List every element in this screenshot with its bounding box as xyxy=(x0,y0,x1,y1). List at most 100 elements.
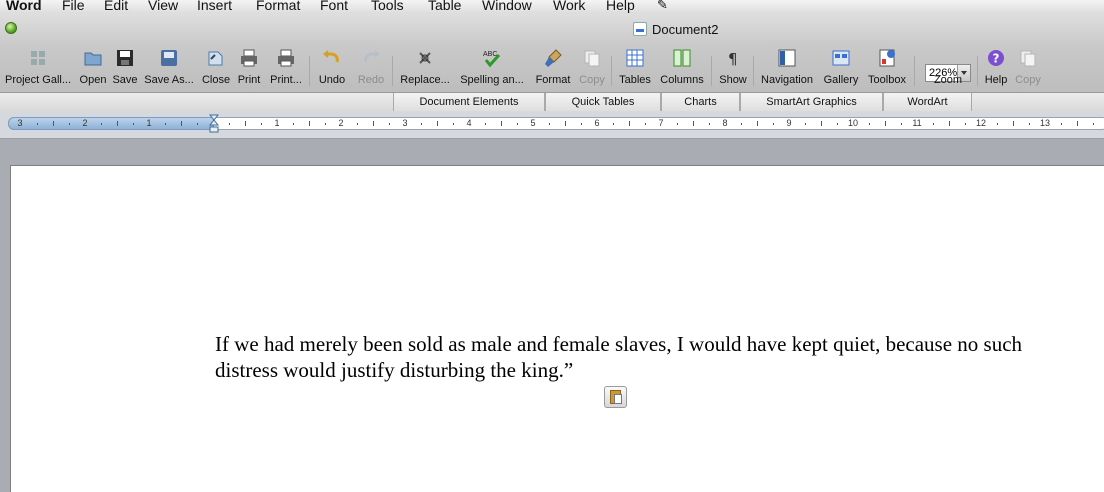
document-line-2: distress would justify disturbing the ki… xyxy=(215,358,574,382)
copy-secondary-button[interactable]: Copy xyxy=(1012,44,1044,90)
replace-button[interactable]: Replace... xyxy=(396,44,454,90)
ruler-label: 3 xyxy=(402,118,408,128)
menu-work[interactable]: Work xyxy=(553,0,585,14)
ruler-label: 9 xyxy=(786,118,792,128)
save-button[interactable]: Save xyxy=(110,44,140,90)
ruler-tick xyxy=(165,123,166,125)
printer-icon xyxy=(238,47,260,69)
format-label: Format xyxy=(535,74,571,86)
tables-button[interactable]: Tables xyxy=(615,44,655,90)
tab-document-elements[interactable]: Document Elements xyxy=(393,93,545,111)
menu-help[interactable]: Help xyxy=(606,0,635,14)
toolbox-button[interactable]: Toolbox xyxy=(863,44,911,90)
tab-quick-tables[interactable]: Quick Tables xyxy=(545,93,661,111)
window-title-text: Document2 xyxy=(652,21,719,37)
save-as-label: Save As... xyxy=(144,74,194,86)
document-icon xyxy=(633,22,647,36)
toolbar-separator xyxy=(309,56,310,86)
ruler-tick xyxy=(549,123,550,125)
tables-label: Tables xyxy=(619,74,651,86)
indent-marker-icon[interactable] xyxy=(209,114,219,134)
menu-table[interactable]: Table xyxy=(428,0,461,14)
ruler-tick xyxy=(309,121,310,126)
horizontal-ruler[interactable]: 3 2 1 1 2 3 4 5 6 7 8 9 10 11 12 13 xyxy=(0,112,1104,139)
table-grid-icon xyxy=(624,47,646,69)
menu-tools[interactable]: Tools xyxy=(371,0,404,14)
redo-arrow-icon xyxy=(360,47,382,69)
ruler-tick xyxy=(53,121,54,126)
spelling-check-icon: ABC xyxy=(481,47,503,69)
printer-dialog-icon xyxy=(275,47,297,69)
ruler-tick xyxy=(757,121,758,126)
toolbox-label: Toolbox xyxy=(868,74,906,86)
ruler-label: 1 xyxy=(146,118,152,128)
paste-options-icon[interactable] xyxy=(604,386,627,408)
window-close-button[interactable] xyxy=(5,22,17,34)
ruler-tick xyxy=(117,121,118,126)
ruler-tick xyxy=(261,123,262,125)
print-button[interactable]: Print xyxy=(234,44,264,90)
menu-format[interactable]: Format xyxy=(256,0,300,14)
project-gallery-button[interactable]: Project Gall... xyxy=(0,44,76,90)
menu-insert[interactable]: Insert xyxy=(197,0,232,14)
print-dialog-label: Print... xyxy=(270,74,302,86)
script-menu-icon[interactable]: ✎ xyxy=(657,0,668,14)
ruler-tick xyxy=(693,121,694,126)
open-button[interactable]: Open xyxy=(77,44,109,90)
ruler-tick xyxy=(613,123,614,125)
tab-charts[interactable]: Charts xyxy=(661,93,740,111)
spelling-grammar-button[interactable]: ABC Spelling an... xyxy=(456,44,528,90)
copy-button[interactable]: Copy xyxy=(576,44,608,90)
document-body-text[interactable]: If we had merely been sold as male and f… xyxy=(215,331,1095,383)
close-document-button[interactable]: Close xyxy=(199,44,233,90)
undo-label: Undo xyxy=(318,74,346,86)
ruler-tick xyxy=(645,123,646,125)
redo-button[interactable]: Redo xyxy=(353,44,389,90)
ruler-tick xyxy=(629,121,630,126)
ruler-label: 3 xyxy=(17,118,23,128)
ruler-label: 2 xyxy=(338,118,344,128)
tab-wordart[interactable]: WordArt xyxy=(883,93,972,111)
save-as-button[interactable]: Save As... xyxy=(141,44,197,90)
undo-button[interactable]: Undo xyxy=(312,44,352,90)
navigation-label: Navigation xyxy=(761,74,813,86)
menu-window[interactable]: Window xyxy=(482,0,532,14)
ruler-label: 2 xyxy=(82,118,88,128)
ruler-tick xyxy=(949,121,950,126)
format-painter-button[interactable]: Format xyxy=(531,44,575,90)
zoom-group: Zoom xyxy=(925,44,971,90)
menu-file[interactable]: File xyxy=(62,0,85,14)
zoom-label: Zoom xyxy=(933,74,963,86)
document-page[interactable] xyxy=(10,165,1104,492)
ruler-tick xyxy=(901,123,902,125)
show-formatting-button[interactable]: ¶ Show xyxy=(715,44,751,90)
gallery-button[interactable]: Gallery xyxy=(820,44,862,90)
ruler-tick xyxy=(501,121,502,126)
menu-edit[interactable]: Edit xyxy=(104,0,128,14)
copy-icon xyxy=(581,47,603,69)
ruler-tick xyxy=(997,123,998,125)
ruler-label: 12 xyxy=(975,118,987,128)
columns-button[interactable]: Columns xyxy=(656,44,708,90)
toolbar-separator xyxy=(611,56,612,86)
replace-label: Replace... xyxy=(400,74,450,86)
print-dialog-button[interactable]: Print... xyxy=(265,44,307,90)
copy-secondary-label: Copy xyxy=(1015,74,1041,86)
help-button[interactable]: ? Help xyxy=(981,44,1011,90)
help-label: Help xyxy=(984,74,1008,86)
toolbar-separator xyxy=(392,56,393,86)
copy-secondary-icon xyxy=(1017,47,1039,69)
menu-app-word[interactable]: Word xyxy=(6,0,42,14)
ruler-tick xyxy=(565,121,566,126)
show-label: Show xyxy=(719,74,747,86)
menu-view[interactable]: View xyxy=(148,0,178,14)
print-label: Print xyxy=(237,74,261,86)
save-as-icon xyxy=(158,47,180,69)
tab-smartart-graphics[interactable]: SmartArt Graphics xyxy=(740,93,883,111)
menu-font[interactable]: Font xyxy=(320,0,348,14)
paintbrush-icon xyxy=(542,47,564,69)
gallery-label: Gallery xyxy=(823,74,859,86)
navigation-pane-button[interactable]: Navigation xyxy=(756,44,818,90)
toolbar-separator xyxy=(914,56,915,86)
ruler-tick xyxy=(1013,121,1014,126)
